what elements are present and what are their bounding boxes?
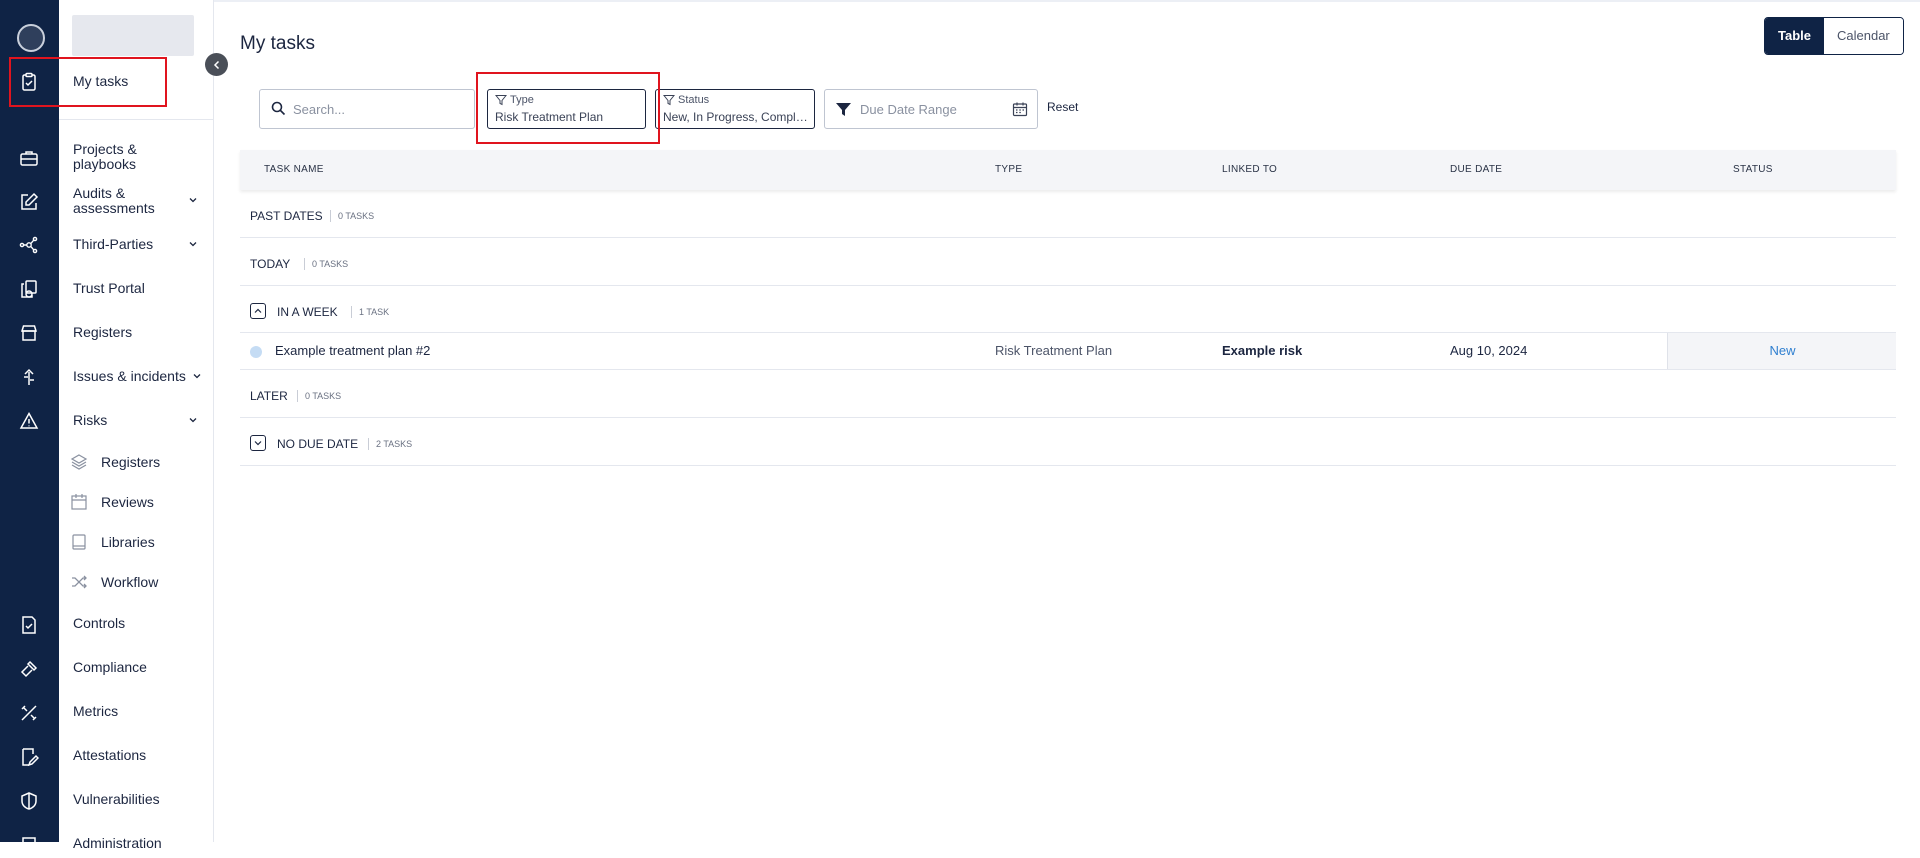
group-count: 0 TASKS: [330, 210, 374, 222]
warning-triangle-icon[interactable]: [15, 407, 43, 435]
nav-item-trust-portal[interactable]: Trust Portal: [73, 281, 145, 296]
task-type: Risk Treatment Plan: [995, 343, 1113, 358]
group-title: NO DUE DATE: [277, 437, 359, 451]
nav-sub-item-registers[interactable]: Registers: [69, 452, 160, 472]
group-in-a-week[interactable]: IN A WEEK 1 TASK: [240, 286, 1896, 333]
collapse-group-button[interactable]: [250, 303, 266, 319]
attestation-icon[interactable]: [15, 743, 43, 771]
calendar-icon[interactable]: [1012, 101, 1028, 117]
book-icon: [69, 532, 89, 552]
page-title: My tasks: [240, 33, 315, 54]
group-past-dates: PAST DATES 0 TASKS: [240, 190, 1896, 238]
group-count: 0 TASKS: [297, 390, 341, 402]
nav-divider: [59, 119, 214, 120]
chevron-down-icon[interactable]: [189, 240, 197, 248]
column-header-due-date[interactable]: DUE DATE: [1450, 164, 1502, 175]
nav-item-registers[interactable]: Registers: [73, 325, 132, 340]
task-status[interactable]: New: [1667, 333, 1896, 369]
group-no-due-date[interactable]: NO DUE DATE 2 TASKS: [240, 418, 1896, 466]
task-name[interactable]: Example treatment plan #2: [275, 343, 430, 358]
table-header: TASK NAME TYPE LINKED TO DUE DATE STATUS: [240, 150, 1896, 190]
nav-sub-item-workflow[interactable]: Workflow: [69, 572, 158, 592]
network-icon[interactable]: [15, 231, 43, 259]
search-placeholder: Search...: [293, 102, 346, 117]
documents-icon[interactable]: [15, 275, 43, 303]
nav-sub-item-reviews[interactable]: Reviews: [69, 492, 154, 512]
group-later: LATER 0 TASKS: [240, 370, 1896, 418]
settings-icon[interactable]: [15, 830, 43, 858]
group-title: PAST DATES: [250, 209, 323, 223]
nav-item-attestations[interactable]: Attestations: [73, 748, 146, 763]
search-icon: [271, 101, 286, 116]
collapse-sidebar-button[interactable]: [205, 53, 228, 76]
chevron-left-icon: [213, 60, 219, 69]
column-header-task-name[interactable]: TASK NAME: [264, 164, 324, 175]
store-icon[interactable]: [15, 319, 43, 347]
hammer-icon[interactable]: [15, 655, 43, 683]
highlight-box: [476, 72, 660, 144]
search-input[interactable]: Search...: [259, 89, 475, 129]
tools-icon[interactable]: [15, 699, 43, 727]
nav-item-audits[interactable]: Audits & assessments: [73, 186, 163, 216]
status-dot: [250, 346, 262, 358]
calendar-icon: [69, 492, 89, 512]
group-today: TODAY 0 TASKS: [240, 238, 1896, 286]
shuffle-icon: [69, 572, 89, 592]
chevron-down-icon: [254, 441, 262, 446]
column-header-type[interactable]: TYPE: [995, 164, 1022, 175]
nav-item-metrics[interactable]: Metrics: [73, 704, 118, 719]
view-toggle: Table Calendar: [1764, 17, 1904, 55]
column-header-status[interactable]: STATUS: [1733, 164, 1773, 175]
shield-icon[interactable]: [15, 787, 43, 815]
expand-group-button[interactable]: [250, 435, 266, 451]
table-view-button[interactable]: Table: [1765, 18, 1824, 54]
nav-item-risks[interactable]: Risks: [73, 413, 107, 428]
nav-sub-item-libraries[interactable]: Libraries: [69, 532, 155, 552]
reset-button[interactable]: Reset: [1047, 100, 1078, 114]
filter-icon: [663, 95, 675, 106]
chevron-down-icon[interactable]: [189, 416, 197, 424]
icon-rail: [0, 0, 59, 851]
nav-item-third-parties[interactable]: Third-Parties: [73, 237, 153, 252]
task-due-date: Aug 10, 2024: [1450, 343, 1528, 358]
nav-item-issues[interactable]: Issues & incidents: [73, 369, 186, 384]
status-filter-value: New, In Progress, Completed: [663, 110, 809, 124]
nav-item-controls[interactable]: Controls: [73, 616, 125, 631]
filter-icon: [836, 103, 851, 116]
table-row[interactable]: Example treatment plan #2 Risk Treatment…: [240, 333, 1896, 370]
nav-item-compliance[interactable]: Compliance: [73, 660, 147, 675]
due-date-placeholder: Due Date Range: [860, 102, 957, 117]
pencil-square-icon[interactable]: [15, 188, 43, 216]
nav-item-administration[interactable]: Administration: [73, 836, 162, 851]
task-linked-to[interactable]: Example risk: [1222, 343, 1302, 358]
status-value: New: [1769, 343, 1796, 358]
group-title: LATER: [250, 389, 288, 403]
group-count: 1 TASK: [351, 306, 389, 318]
status-filter[interactable]: Status New, In Progress, Completed: [655, 89, 815, 129]
highlight-box: [9, 57, 167, 107]
nav-item-vulnerabilities[interactable]: Vulnerabilities: [73, 792, 160, 807]
group-count: 0 TASKS: [304, 258, 348, 270]
avatar[interactable]: [17, 24, 45, 52]
chevron-up-icon: [254, 308, 262, 313]
group-count: 2 TASKS: [368, 438, 412, 450]
column-header-linked-to[interactable]: LINKED TO: [1222, 164, 1277, 175]
company-logo: [72, 15, 194, 56]
nav-item-projects[interactable]: Projects & playbooks: [73, 142, 163, 172]
chevron-down-icon[interactable]: [189, 196, 197, 204]
group-title: IN A WEEK: [277, 305, 338, 319]
briefcase-icon[interactable]: [15, 144, 43, 172]
antenna-icon[interactable]: [15, 363, 43, 391]
calendar-view-button[interactable]: Calendar: [1824, 18, 1903, 54]
chevron-down-icon[interactable]: [193, 372, 201, 380]
nav-panel: My tasks Projects & playbooks Audits & a…: [59, 0, 214, 851]
group-title: TODAY: [250, 257, 291, 271]
due-date-range-input[interactable]: Due Date Range: [824, 89, 1038, 129]
document-check-icon[interactable]: [15, 611, 43, 639]
layers-icon: [69, 452, 89, 472]
status-filter-label: Status: [678, 94, 710, 106]
main-content: My tasks Table Calendar Search... Type R…: [240, 0, 1920, 842]
